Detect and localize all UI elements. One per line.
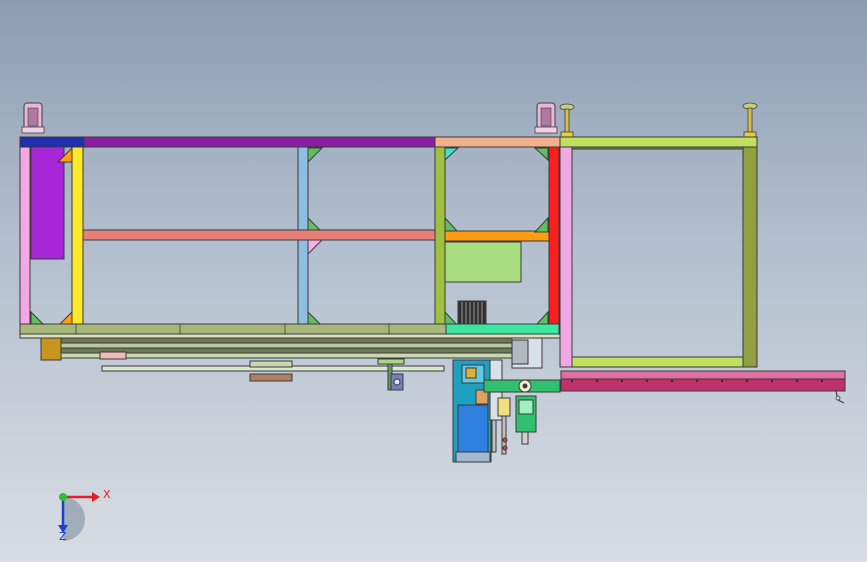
red-post [548, 146, 560, 326]
leveling-foot-left [559, 103, 575, 138]
leveling-foot-right [742, 102, 758, 138]
base-rail [19, 323, 447, 335]
gusset [444, 216, 460, 233]
gusset [533, 147, 549, 162]
cad-model[interactable] [0, 0, 867, 562]
mid-crossbar [82, 229, 436, 241]
left-post [19, 146, 31, 336]
top-rail-left-cap [19, 136, 85, 148]
magenta-base [560, 370, 846, 404]
orange-crossbar [444, 230, 550, 242]
axis-x-label: X [103, 488, 111, 501]
yellow-post [71, 146, 84, 326]
axis-z-label: Z [59, 530, 67, 543]
main-frame [19, 136, 561, 339]
top-rail-right [434, 136, 561, 148]
right-frame [559, 136, 758, 368]
right-caster [534, 102, 558, 134]
gusset [307, 147, 324, 164]
green-panel [444, 241, 522, 283]
gusset [444, 147, 460, 162]
left-caster [21, 102, 45, 134]
teal-base [445, 323, 560, 335]
gusset [307, 239, 324, 256]
top-rail-main [83, 136, 436, 148]
motor-assembly [452, 359, 561, 463]
purple-panel [30, 146, 65, 260]
olive-post [434, 146, 446, 326]
cad-viewport[interactable]: X Z [0, 0, 867, 562]
bottom-strip [19, 333, 561, 339]
gusset [533, 216, 549, 233]
